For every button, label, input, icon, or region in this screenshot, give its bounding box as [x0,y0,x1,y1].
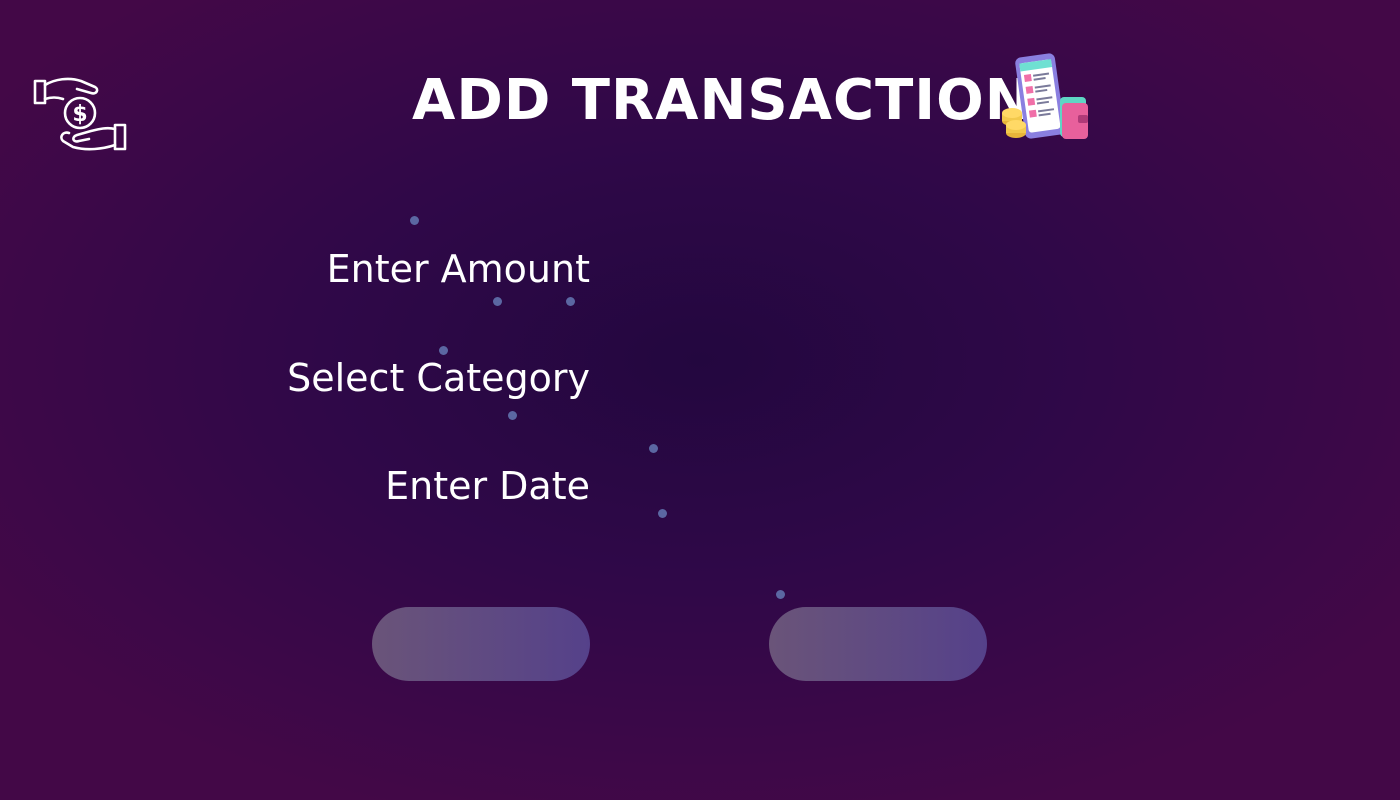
submit-button[interactable] [372,607,590,681]
decorative-dot [776,590,785,599]
page-title: ADD TRANSACTION [412,68,1033,133]
date-label: Enter Date [385,464,590,508]
decorative-dot [508,411,517,420]
decorative-dot [566,297,575,306]
phone-receipt-wallet-coins-icon [1000,51,1092,145]
decorative-dot [649,444,658,453]
category-label: Select Category [287,356,590,400]
cancel-button[interactable] [769,607,987,681]
decorative-dot [493,297,502,306]
decorative-dot [410,216,419,225]
amount-label: Enter Amount [326,247,590,291]
header: ADD TRANSACTION [0,48,1400,148]
decorative-dot [439,346,448,355]
decorative-dot [658,509,667,518]
